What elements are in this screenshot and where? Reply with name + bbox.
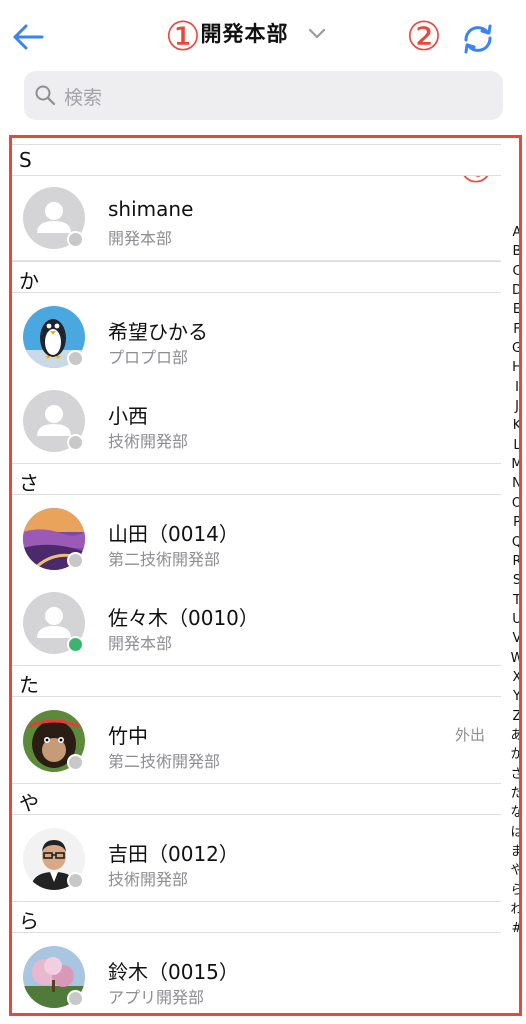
contact-department: 第二技術開発部 [108,752,221,771]
contact-name: 希望ひかる [108,320,208,344]
contact-row[interactable]: 佐々木（0010） 開発本部 [12,580,501,666]
contact-row[interactable]: 希望ひかる プロプロ部 [12,294,501,380]
status-indicator [67,231,84,248]
index-letter[interactable]: ら [510,881,519,900]
index-letter[interactable]: G [510,339,519,358]
contact-name: 吉田（0012） [108,842,239,866]
search-input[interactable]: 検索 [24,71,503,120]
contact-department: 技術開発部 [108,432,189,451]
index-letter[interactable]: K [510,416,519,435]
index-letter[interactable]: Q [510,533,519,552]
index-letter[interactable]: I [510,378,519,397]
index-letter[interactable]: X [510,668,519,687]
title-area: 開発本部 [0,18,526,48]
status-indicator [67,552,84,569]
search-icon [35,85,56,106]
annotation-marker-1: ① [165,14,201,60]
index-letter[interactable]: E [510,300,519,319]
section-header-ta: た [12,665,501,697]
index-letter[interactable]: U [510,610,519,629]
section-header-s: S [12,144,501,176]
index-letter[interactable]: や [510,861,519,880]
index-letter[interactable]: W [510,649,519,668]
index-letter[interactable]: わ [510,900,519,919]
presence-status: 外出 [454,726,485,744]
index-letter[interactable]: V [510,629,519,648]
status-indicator [67,990,84,1007]
contact-row[interactable]: shimane 開発本部 [12,175,501,261]
index-letter[interactable]: た [510,784,519,803]
status-indicator [67,754,84,771]
contact-department: 開発本部 [108,634,173,653]
contact-row[interactable]: 竹中 第二技術開発部 外出 [12,698,501,784]
index-letter[interactable]: R [510,552,519,571]
index-letter[interactable]: J [510,397,519,416]
index-letter[interactable]: F [510,320,519,339]
contact-department: 開発本部 [108,229,173,248]
section-header-ka: か [12,261,501,293]
index-letter[interactable]: Z [510,707,519,726]
contact-name: 小西 [108,404,148,428]
index-letter[interactable]: Y [510,687,519,706]
refresh-icon[interactable] [460,22,496,56]
index-letter[interactable]: T [510,591,519,610]
status-indicator [67,636,84,653]
contact-name: 鈴木（0015） [108,960,239,984]
index-letter[interactable]: は [510,823,519,842]
section-header-ra: ら [12,901,501,933]
index-letter[interactable]: O [510,494,519,513]
index-letter[interactable]: あ [510,726,519,745]
page-title[interactable]: 開発本部 [200,18,288,48]
index-letter[interactable]: な [510,803,519,822]
index-letter[interactable]: ま [510,842,519,861]
contact-row[interactable]: 小西 技術開発部 [12,378,501,464]
annotation-marker-2: ② [406,14,442,60]
contact-department: アプリ開発部 [108,988,205,1007]
status-indicator [67,350,84,367]
index-letter[interactable]: # [510,919,519,938]
contact-department: 第二技術開発部 [108,550,221,569]
contact-row[interactable]: 山田（0014） 第二技術開発部 [12,496,501,582]
contact-name: shimane [108,197,194,221]
contact-name: 竹中 [108,724,148,748]
section-header-ya: や [12,783,501,815]
contact-department: 技術開発部 [108,870,189,889]
contact-list[interactable]: S shimane 開発本部 か 希望ひかる プロプロ部 小西 技術開発部 さ … [9,135,522,1016]
index-letter[interactable]: B [510,242,519,261]
index-letter[interactable]: さ [510,765,519,784]
index-letter[interactable]: D [510,281,519,300]
navigation-header: 開発本部 [0,0,526,70]
contact-name: 山田（0014） [108,522,239,546]
index-letter[interactable]: H [510,358,519,377]
contact-name: 佐々木（0010） [108,606,259,630]
index-letter[interactable]: N [510,474,519,493]
index-letter[interactable]: C [510,262,519,281]
index-letter[interactable]: A [510,223,519,242]
index-letter[interactable]: P [510,513,519,532]
section-header-sa: さ [12,463,501,495]
status-indicator [67,872,84,889]
section-index-bar[interactable]: ABCDEFGHIJKLMNOPQRSTUVWXYZあかさたなはまやらわ# [510,223,519,939]
contact-row[interactable]: 吉田（0012） 技術開発部 [12,816,501,902]
contact-department: プロプロ部 [108,348,189,367]
index-letter[interactable]: S [510,571,519,590]
index-letter[interactable]: か [510,745,519,764]
index-letter[interactable]: M [510,455,519,474]
chevron-down-icon[interactable] [308,27,326,39]
index-letter[interactable]: L [510,436,519,455]
contact-row[interactable]: 鈴木（0015） アプリ開発部 [12,934,501,1013]
search-placeholder: 検索 [64,87,103,109]
status-indicator [67,434,84,451]
